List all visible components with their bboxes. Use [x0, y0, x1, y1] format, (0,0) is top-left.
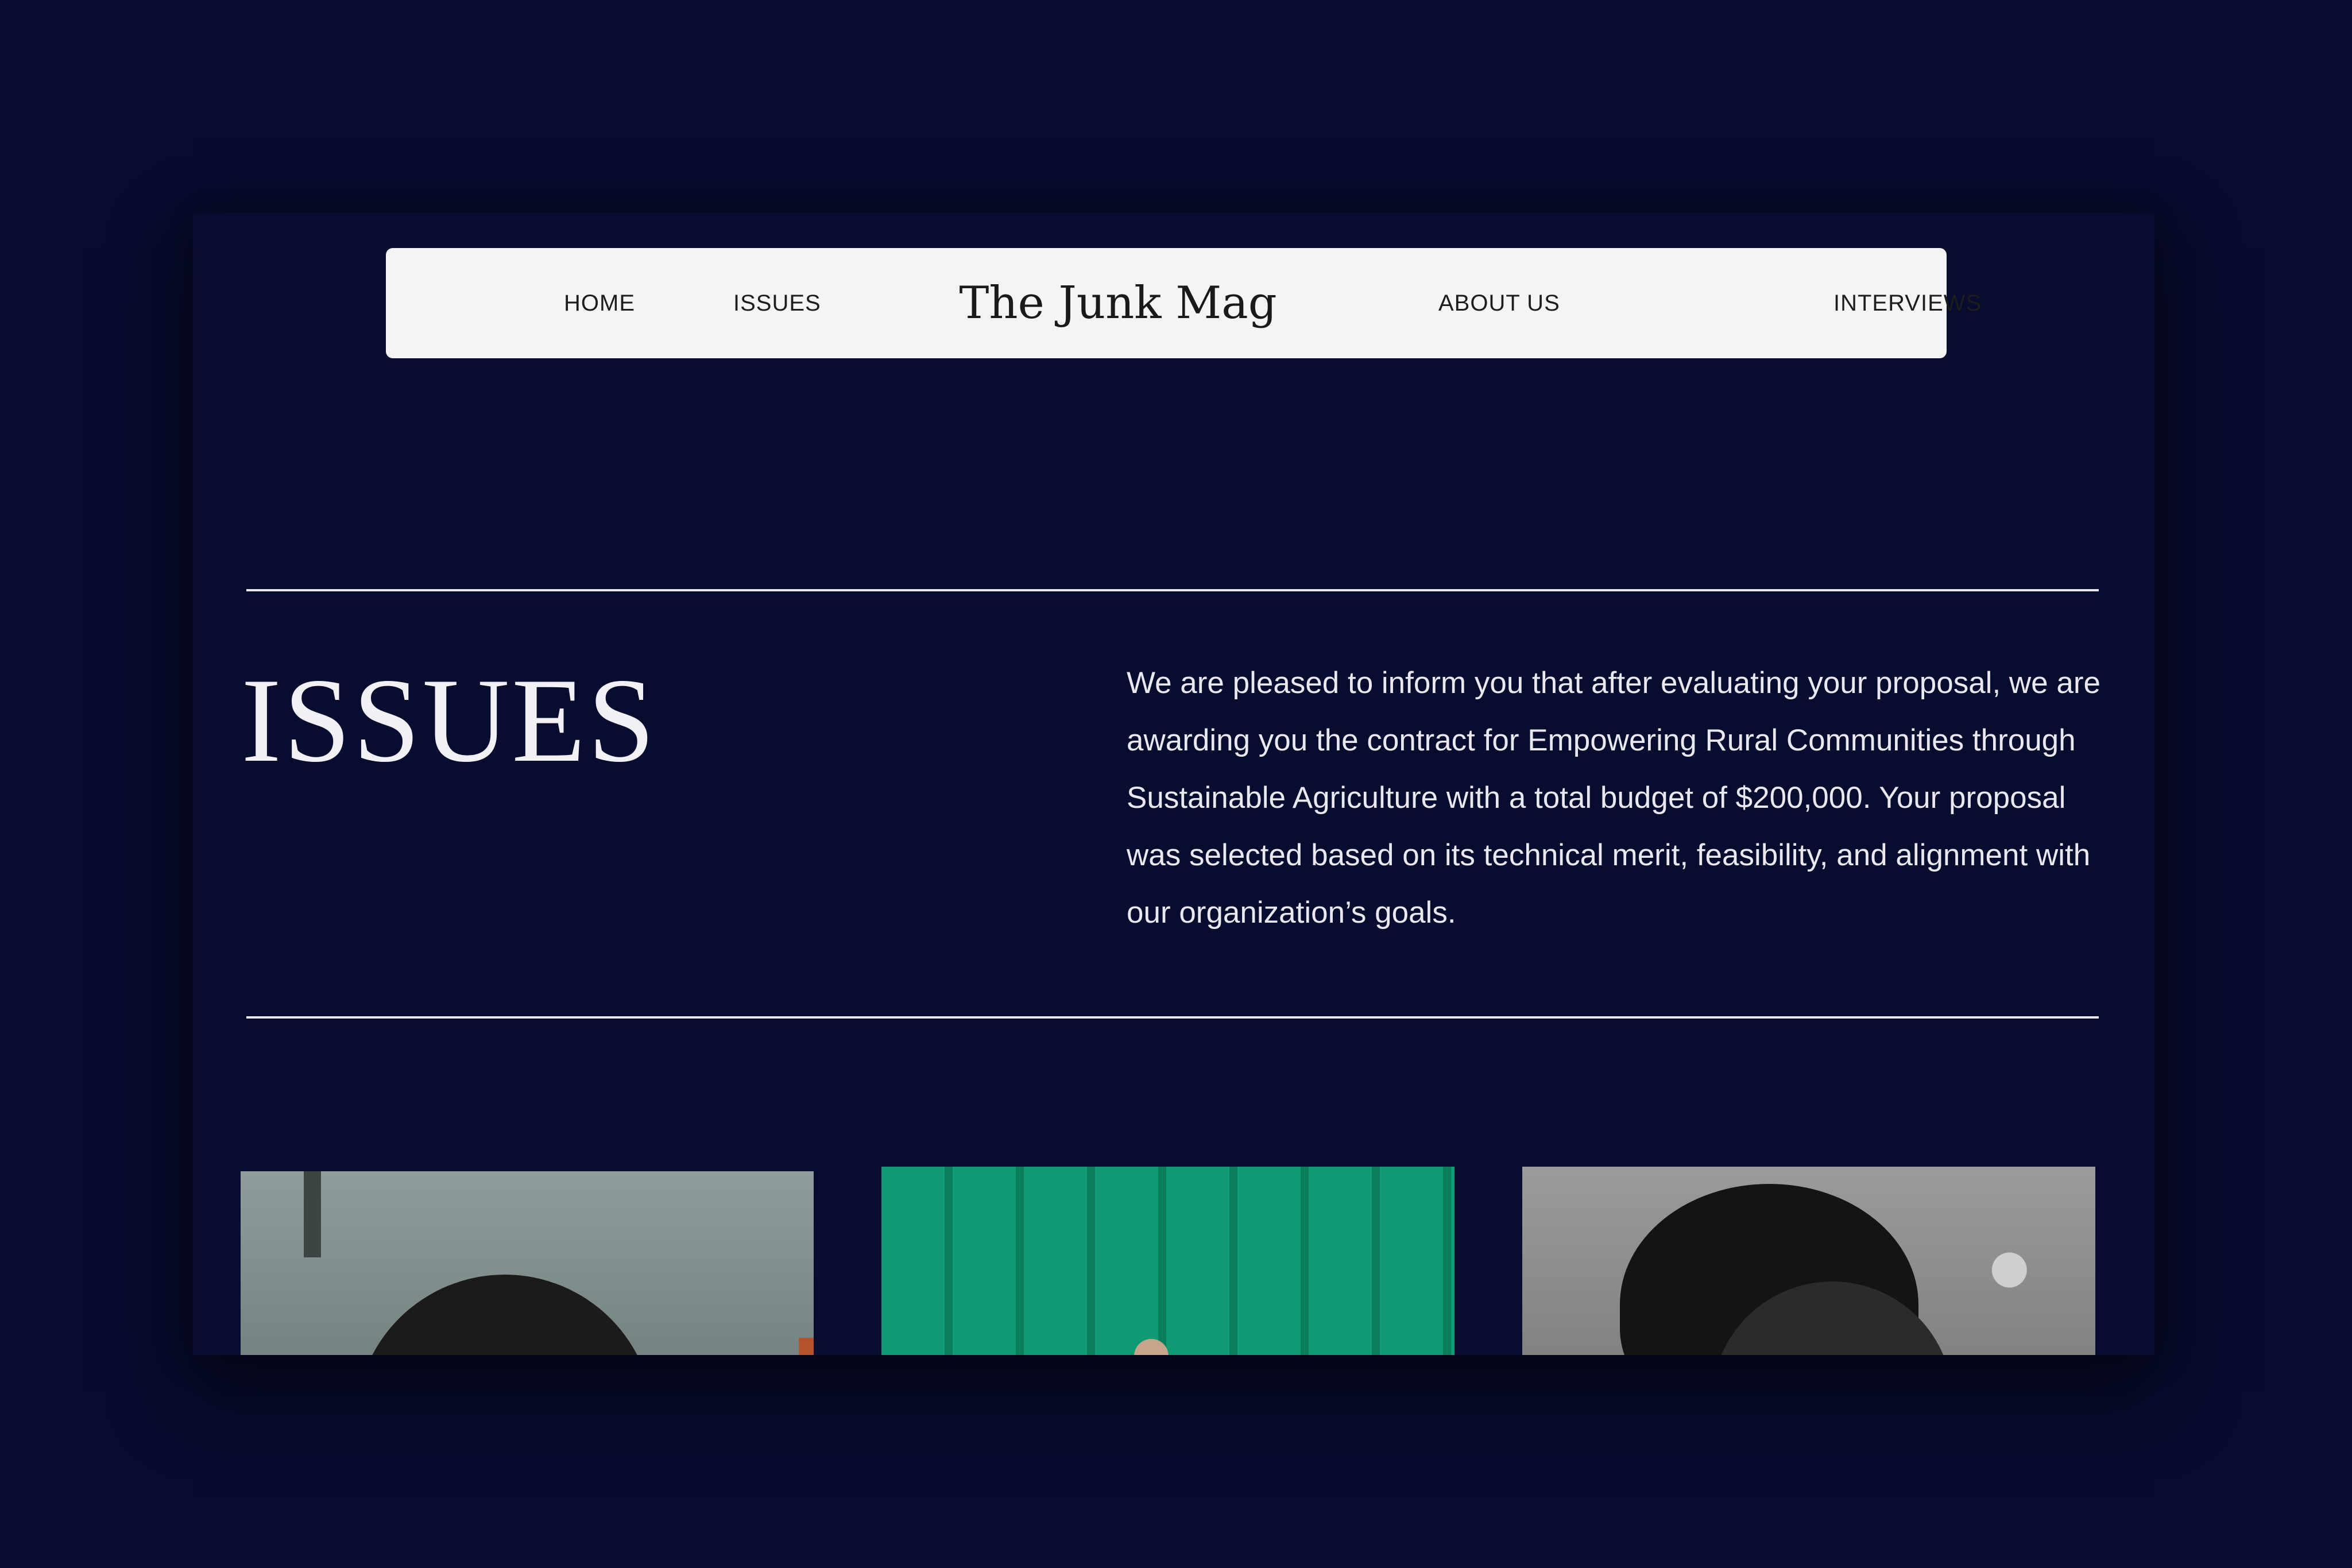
intro-paragraph: We are pleased to inform you that after … [1127, 666, 2100, 930]
issue-card-image-1[interactable] [241, 1171, 814, 1355]
nav-link-interviews[interactable]: INTERVIEWS [1833, 248, 1982, 358]
nav-link-home[interactable]: HOME [564, 248, 635, 358]
page-title: ISSUES [241, 654, 657, 787]
divider-bottom [246, 1016, 2099, 1019]
top-navbar: HOME ISSUES The Junk Mag ABOUT US INTERV… [386, 248, 1981, 358]
nav-link-issues[interactable]: ISSUES [733, 248, 821, 358]
portrait-head-shape [355, 1275, 654, 1355]
traffic-pole-shape [304, 1171, 321, 1257]
accent-shape [799, 1338, 814, 1355]
site-logo-text[interactable]: The Junk Mag [959, 277, 1276, 329]
divider-top [246, 589, 2099, 591]
hand-shape [1134, 1339, 1169, 1355]
issue-card-image-3[interactable] [1522, 1167, 2095, 1355]
nav-link-about-us[interactable]: ABOUT US [1438, 248, 1560, 358]
issue-card-image-2[interactable] [881, 1167, 1454, 1355]
page-frame: HOME ISSUES The Junk Mag ABOUT US INTERV… [193, 212, 2154, 1355]
